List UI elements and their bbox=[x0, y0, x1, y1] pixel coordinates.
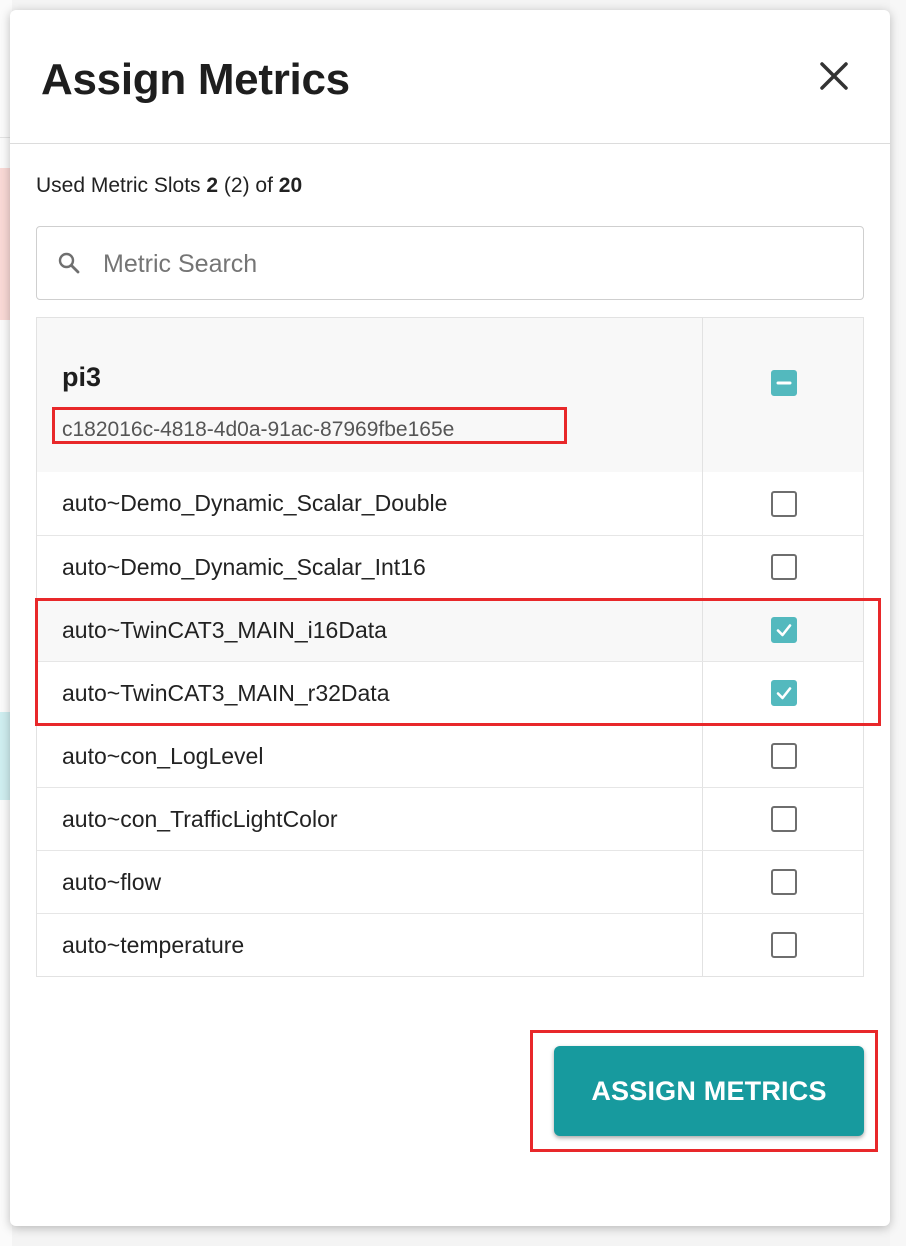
metric-checkbox[interactable] bbox=[771, 806, 797, 832]
slots-used: 2 bbox=[206, 174, 219, 197]
metric-row[interactable]: auto~con_LogLevel bbox=[37, 724, 863, 787]
indeterminate-icon bbox=[776, 381, 792, 385]
metric-name: auto~con_TrafficLightColor bbox=[62, 806, 338, 832]
metric-name: auto~con_LogLevel bbox=[62, 743, 264, 769]
metric-slots-summary: Used Metric Slots 2 (2) of 20 bbox=[36, 174, 302, 198]
metric-name: auto~TwinCAT3_MAIN_r32Data bbox=[62, 680, 390, 706]
metric-row[interactable]: auto~con_TrafficLightColor bbox=[37, 787, 863, 850]
search-icon bbox=[58, 252, 80, 274]
metric-row[interactable]: auto~TwinCAT3_MAIN_i16Data bbox=[37, 598, 863, 661]
metric-row[interactable]: auto~TwinCAT3_MAIN_r32Data bbox=[37, 661, 863, 724]
metric-table: pi3 c182016c-4818-4d0a-91ac-87969fbe165e… bbox=[36, 317, 864, 977]
group-checkbox-cell bbox=[702, 318, 863, 472]
metric-checkbox-cell bbox=[702, 788, 863, 850]
metric-row[interactable]: auto~Demo_Dynamic_Scalar_Int16 bbox=[37, 535, 863, 598]
slots-total: 20 bbox=[278, 174, 303, 197]
slots-pending: (2) of bbox=[218, 174, 279, 197]
metric-checkbox-cell bbox=[702, 662, 863, 724]
dialog-header: Assign Metrics bbox=[10, 10, 890, 144]
device-id: c182016c-4818-4d0a-91ac-87969fbe165e bbox=[62, 418, 455, 441]
metric-checkbox[interactable] bbox=[771, 932, 797, 958]
metric-checkbox[interactable] bbox=[771, 490, 797, 517]
metric-name: auto~Demo_Dynamic_Scalar_Int16 bbox=[62, 554, 426, 580]
metric-row[interactable]: auto~temperature bbox=[37, 913, 863, 976]
metric-search-input[interactable] bbox=[101, 241, 845, 287]
metric-checkbox[interactable] bbox=[771, 743, 797, 769]
checkmark-icon bbox=[776, 687, 792, 700]
select-all-checkbox[interactable] bbox=[771, 370, 797, 396]
metric-row[interactable]: auto~flow bbox=[37, 850, 863, 913]
device-name: pi3 bbox=[62, 362, 102, 392]
metric-checkbox-cell bbox=[702, 472, 863, 535]
dialog-title: Assign Metrics bbox=[41, 55, 350, 104]
close-icon bbox=[820, 62, 848, 90]
metric-checkbox-cell bbox=[702, 536, 863, 598]
metric-checkbox-cell bbox=[702, 914, 863, 976]
metric-checkbox-cell bbox=[702, 851, 863, 913]
metric-name: auto~temperature bbox=[62, 932, 245, 958]
metric-checkbox-cell bbox=[702, 725, 863, 787]
metric-checkbox[interactable] bbox=[771, 554, 797, 580]
background-app bbox=[890, 0, 906, 1246]
metric-row[interactable]: auto~Demo_Dynamic_Scalar_Double bbox=[37, 472, 863, 535]
assign-metrics-dialog: Assign Metrics Used Metric Slots 2 (2) o… bbox=[10, 10, 890, 1226]
metric-checkbox[interactable] bbox=[771, 680, 797, 706]
device-group-row: pi3 c182016c-4818-4d0a-91ac-87969fbe165e bbox=[37, 318, 863, 472]
metric-name: auto~TwinCAT3_MAIN_i16Data bbox=[62, 617, 387, 643]
slots-prefix: Used Metric Slots bbox=[36, 174, 207, 197]
checkmark-icon bbox=[776, 624, 792, 637]
assign-metrics-button[interactable]: ASSIGN METRICS bbox=[554, 1046, 864, 1136]
metric-name: auto~flow bbox=[62, 869, 162, 895]
metric-checkbox-cell bbox=[702, 599, 863, 661]
metric-name: auto~Demo_Dynamic_Scalar_Double bbox=[62, 490, 448, 516]
metric-checkbox[interactable] bbox=[771, 869, 797, 895]
close-button[interactable] bbox=[812, 54, 856, 98]
metric-checkbox[interactable] bbox=[771, 617, 797, 643]
metric-search-box[interactable] bbox=[36, 226, 864, 300]
